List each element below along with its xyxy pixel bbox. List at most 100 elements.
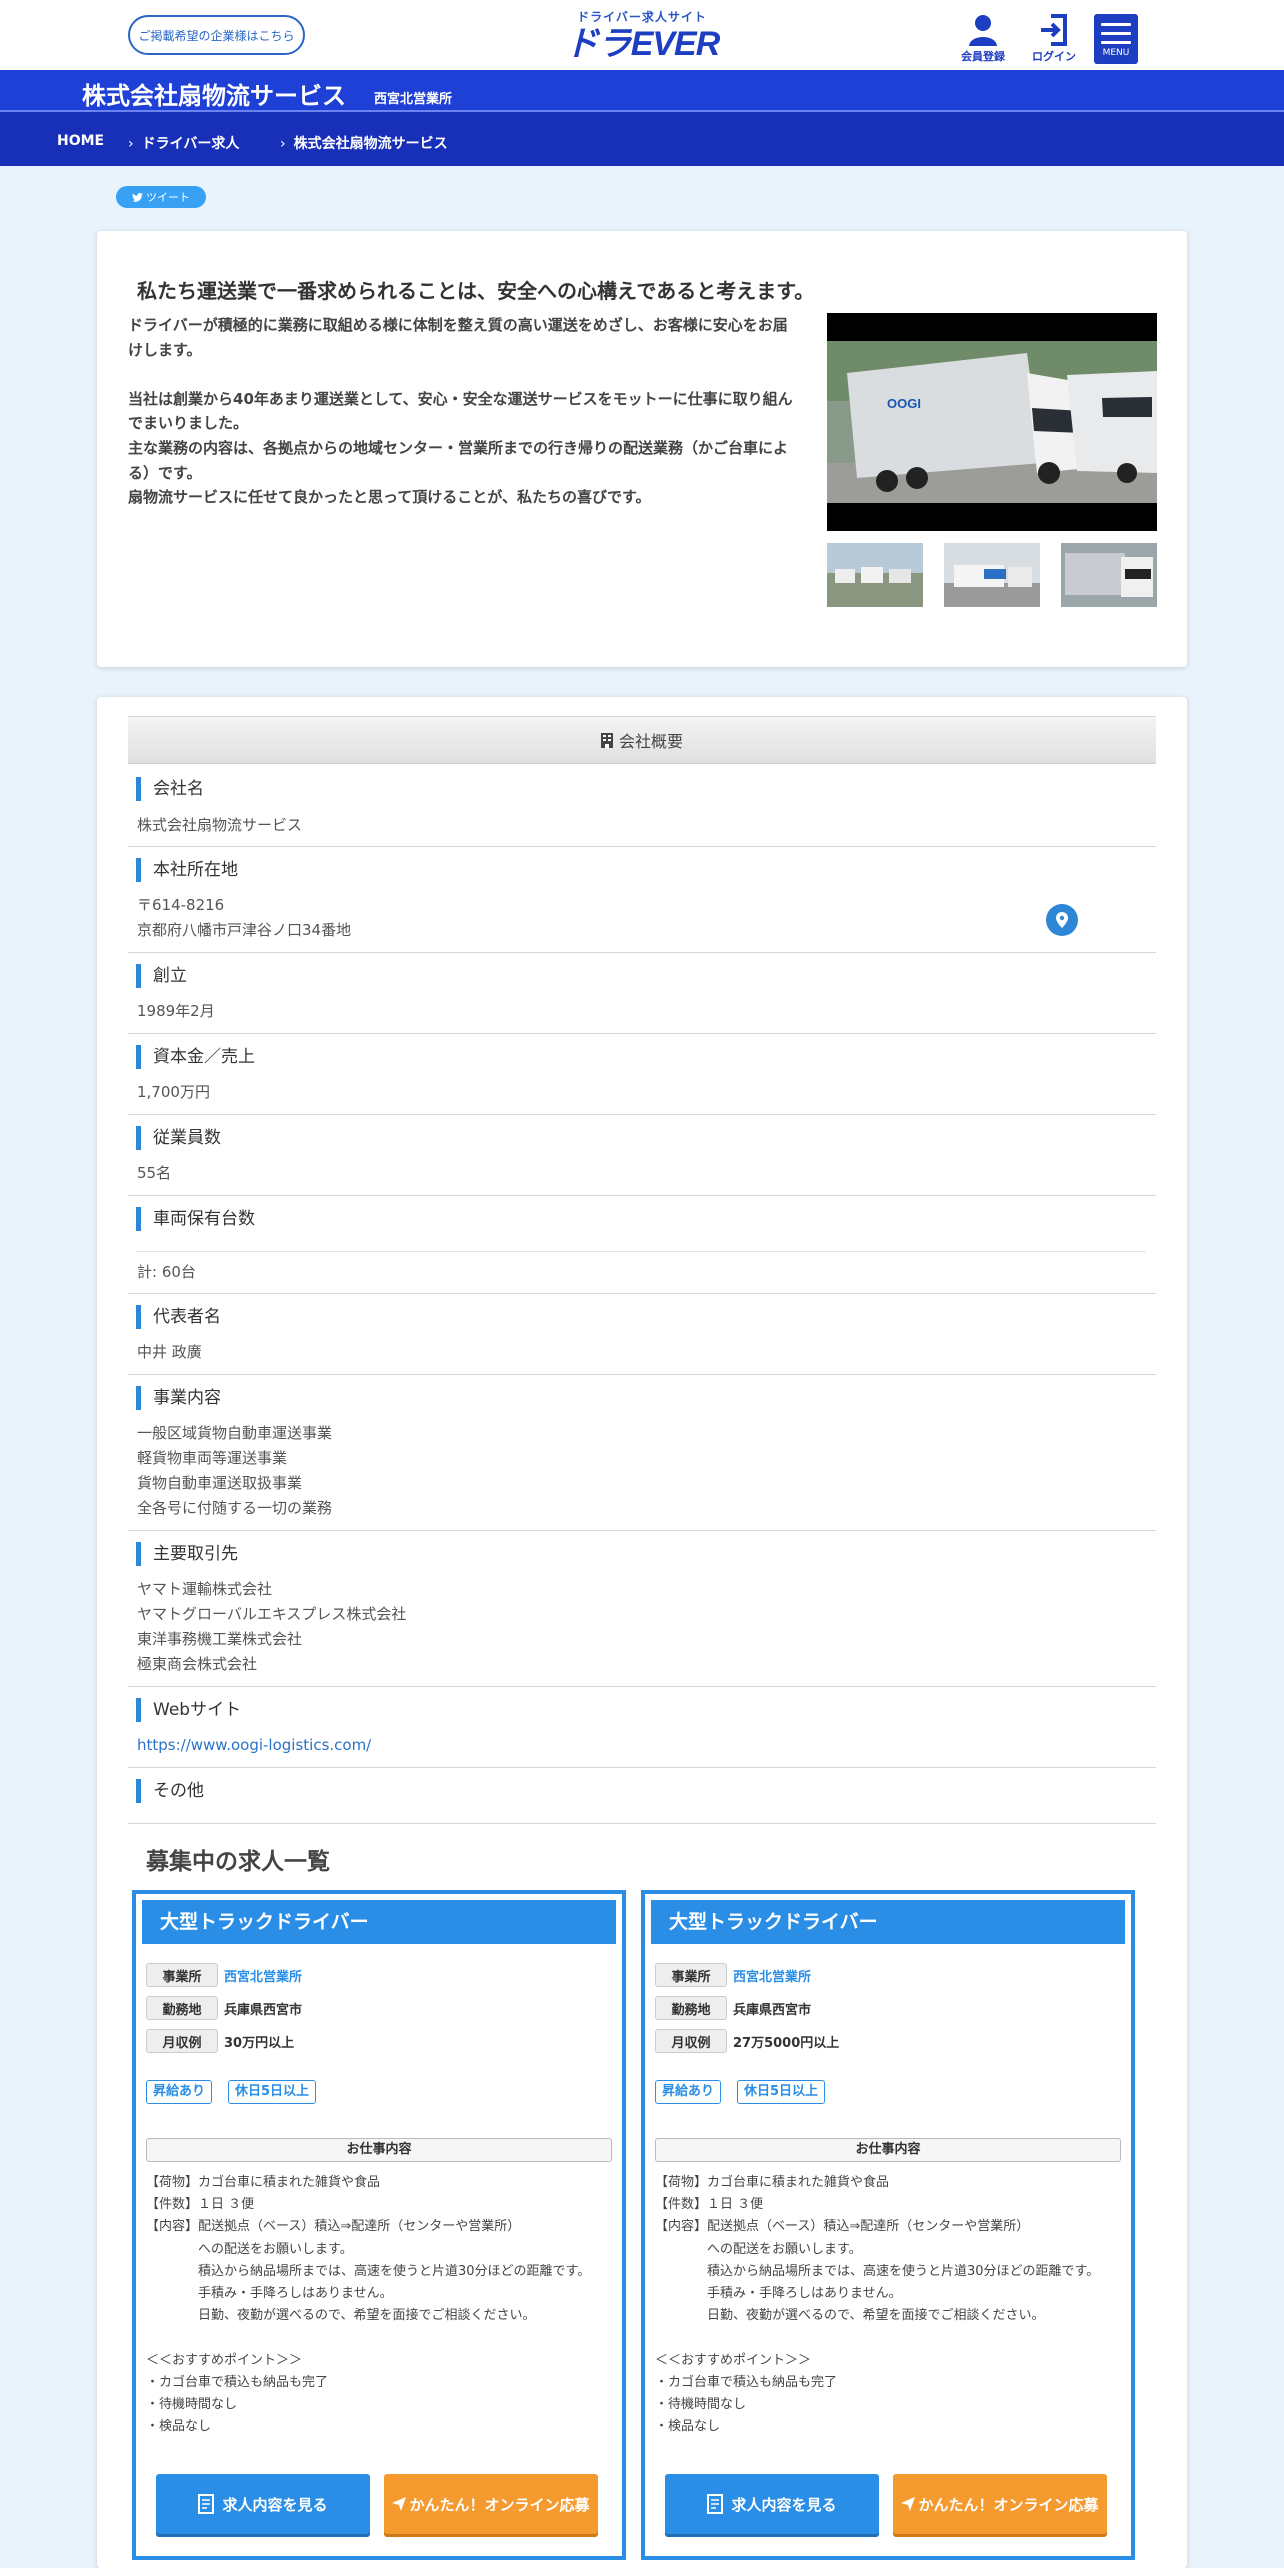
job-location-value: 兵庫県西宮市 <box>733 2002 812 2018</box>
online-apply-button[interactable]: かんたん！オンライン応募 <box>893 2474 1107 2534</box>
document-icon <box>707 2494 724 2514</box>
job-location-value: 兵庫県西宮市 <box>224 2002 303 2018</box>
field-divider <box>128 952 1156 953</box>
job-list-title: 募集中の求人一覧 <box>146 1849 330 1875</box>
field-value-business: 一般区域貨物自動車運送事業 軽貨物車両等運送事業 貨物自動車運送取扱事業 全各号… <box>137 1424 333 1517</box>
building-icon <box>600 732 613 748</box>
photo-thumbnail-1[interactable] <box>827 543 923 607</box>
field-value-vehicles: 計: 60台 <box>137 1263 196 1281</box>
branch-name: 西宮北営業所 <box>374 92 453 107</box>
job-work-heading: お仕事内容 <box>146 2138 612 2162</box>
map-marker-icon <box>1056 912 1068 928</box>
job-location-row: 勤務地 兵庫県西宮市 <box>146 1995 302 2021</box>
field-value-clients: ヤマト運輸株式会社 ヤマトグローバルエキスプレス株式会社 東洋事務機工業株式会社… <box>137 1580 407 1673</box>
job-title[interactable]: 大型トラックドライバー <box>142 1900 616 1944</box>
job-office-row: 事業所 西宮北営業所 <box>146 1962 302 1988</box>
photo-thumbnail-3[interactable] <box>1061 543 1157 607</box>
field-divider <box>128 1530 1156 1531</box>
field-label-head-office: 本社所在地 <box>136 858 238 882</box>
view-job-button[interactable]: 求人内容を見る <box>156 2474 370 2534</box>
job-salary-row: 月収例 27万5000円以上 <box>655 2028 839 2054</box>
company-overview-heading: 会社概要 <box>128 716 1156 764</box>
login-button[interactable]: ログイン <box>1024 14 1084 66</box>
field-divider <box>128 846 1156 847</box>
logo-tagline: ドライバー求人サイト <box>577 10 707 24</box>
login-label: ログイン <box>1032 50 1076 63</box>
job-card: 大型トラックドライバー 事業所 西宮北営業所 勤務地 兵庫県西宮市 月収例 30… <box>132 1890 626 2560</box>
field-label-other: その他 <box>136 1779 204 1803</box>
intro-body: ドライバーが積極的に業務に取組める様に体制を整え質の高い運送をめざし、お客様に安… <box>128 316 793 507</box>
map-pin-button[interactable] <box>1046 904 1078 936</box>
field-label-website: Webサイト <box>136 1698 241 1722</box>
job-tag: 休日5日以上 <box>228 2080 317 2104</box>
job-work-description: 【荷物】カゴ台車に積まれた雑貨や食品 【件数】１日 ３便 【内容】配送拠点（ベー… <box>655 2175 1100 2435</box>
breadcrumb-driver-jobs-label: ドライバー求人 <box>141 136 240 152</box>
svg-text:OOGI: OOGI <box>887 396 921 411</box>
field-label-founded: 創立 <box>136 964 187 988</box>
menu-button[interactable]: MENU <box>1094 14 1138 64</box>
online-apply-label: かんたん！オンライン応募 <box>409 2495 590 2514</box>
field-label-company-name: 会社名 <box>136 777 204 801</box>
job-office-link[interactable]: 西宮北営業所 <box>224 1966 302 1985</box>
online-apply-button[interactable]: かんたん！オンライン応募 <box>384 2474 598 2534</box>
job-card: 大型トラックドライバー 事業所 西宮北営業所 勤務地 兵庫県西宮市 月収例 27… <box>641 1890 1135 2560</box>
job-office-label: 事業所 <box>146 1963 218 1987</box>
job-salary-value: 30万円以上 <box>224 2035 295 2051</box>
site-logo[interactable]: ドライバー求人サイト ドラEVER <box>560 8 724 64</box>
field-label-vehicles: 車両保有台数 <box>136 1207 255 1231</box>
job-title[interactable]: 大型トラックドライバー <box>651 1900 1125 1944</box>
view-job-label: 求人内容を見る <box>222 2495 328 2514</box>
view-job-label: 求人内容を見る <box>731 2495 837 2514</box>
chevron-right-icon: › <box>280 136 286 152</box>
view-job-button[interactable]: 求人内容を見る <box>665 2474 879 2534</box>
member-register-button[interactable]: 会員登録 <box>953 14 1013 66</box>
top-header: ご掲載希望の企業様はこちら ドライバー求人サイト ドラEVER 会員登録 ログイ… <box>0 0 1284 70</box>
breadcrumb-home[interactable]: HOME <box>57 133 104 149</box>
login-icon <box>1041 14 1067 46</box>
field-value-founded: 1989年2月 <box>137 1002 215 1020</box>
field-label-business: 事業内容 <box>136 1386 221 1410</box>
breadcrumb-driver-jobs[interactable]: › ドライバー求人 <box>128 133 239 153</box>
company-titlebar: 株式会社扇物流サービス 西宮北営業所 <box>0 70 1284 112</box>
field-divider <box>128 1293 1156 1294</box>
website-link[interactable]: https://www.oogi-logistics.com/ <box>137 1736 371 1754</box>
job-location-label: 勤務地 <box>655 1996 727 2020</box>
field-divider <box>128 1114 1156 1115</box>
chevron-right-icon: › <box>128 136 134 152</box>
field-value-head-office: 〒614-8216 京都府八幡市戸津谷ノ口34番地 <box>137 896 352 939</box>
member-register-label: 会員登録 <box>961 50 1005 63</box>
paper-plane-icon <box>392 2497 407 2511</box>
field-value-capital: 1,700万円 <box>137 1083 210 1101</box>
online-apply-label: かんたん！オンライン応募 <box>918 2495 1099 2514</box>
field-value-employees: 55名 <box>137 1164 172 1182</box>
document-icon <box>198 2494 215 2514</box>
field-divider <box>128 1195 1156 1196</box>
field-divider <box>128 1033 1156 1034</box>
job-tag: 昇給あり <box>655 2080 722 2104</box>
logo-wordmark: ドラEVER <box>564 25 721 63</box>
job-location-label: 勤務地 <box>146 1996 218 2020</box>
tweet-button[interactable]: ツイート <box>116 186 206 208</box>
main-truck-photo[interactable]: OOGI <box>827 313 1157 531</box>
advertiser-link[interactable]: ご掲載希望の企業様はこちら <box>128 15 305 55</box>
job-location-row: 勤務地 兵庫県西宮市 <box>655 1995 811 2021</box>
field-divider <box>128 1374 1156 1375</box>
breadcrumb-company-label: 株式会社扇物流サービス <box>293 136 448 152</box>
job-office-link[interactable]: 西宮北営業所 <box>733 1966 811 1985</box>
field-value-company-name: 株式会社扇物流サービス <box>137 816 303 834</box>
job-salary-label: 月収例 <box>146 2029 218 2053</box>
field-label-clients: 主要取引先 <box>136 1542 238 1566</box>
job-salary-label: 月収例 <box>655 2029 727 2053</box>
job-office-row: 事業所 西宮北営業所 <box>655 1962 811 1988</box>
field-subdivider <box>136 1251 1146 1252</box>
field-value-website: https://www.oogi-logistics.com/ <box>137 1733 371 1758</box>
company-overview-title: 会社概要 <box>618 732 683 751</box>
job-salary-value: 27万5000円以上 <box>733 2035 840 2051</box>
photo-thumbnail-2[interactable] <box>944 543 1040 607</box>
tweet-label: ツイート <box>146 191 190 204</box>
job-tag: 昇給あり <box>146 2080 213 2104</box>
job-work-heading: お仕事内容 <box>655 2138 1121 2162</box>
job-office-label: 事業所 <box>655 1963 727 1987</box>
field-label-representative: 代表者名 <box>136 1305 221 1329</box>
company-name-title: 株式会社扇物流サービス <box>82 82 346 110</box>
